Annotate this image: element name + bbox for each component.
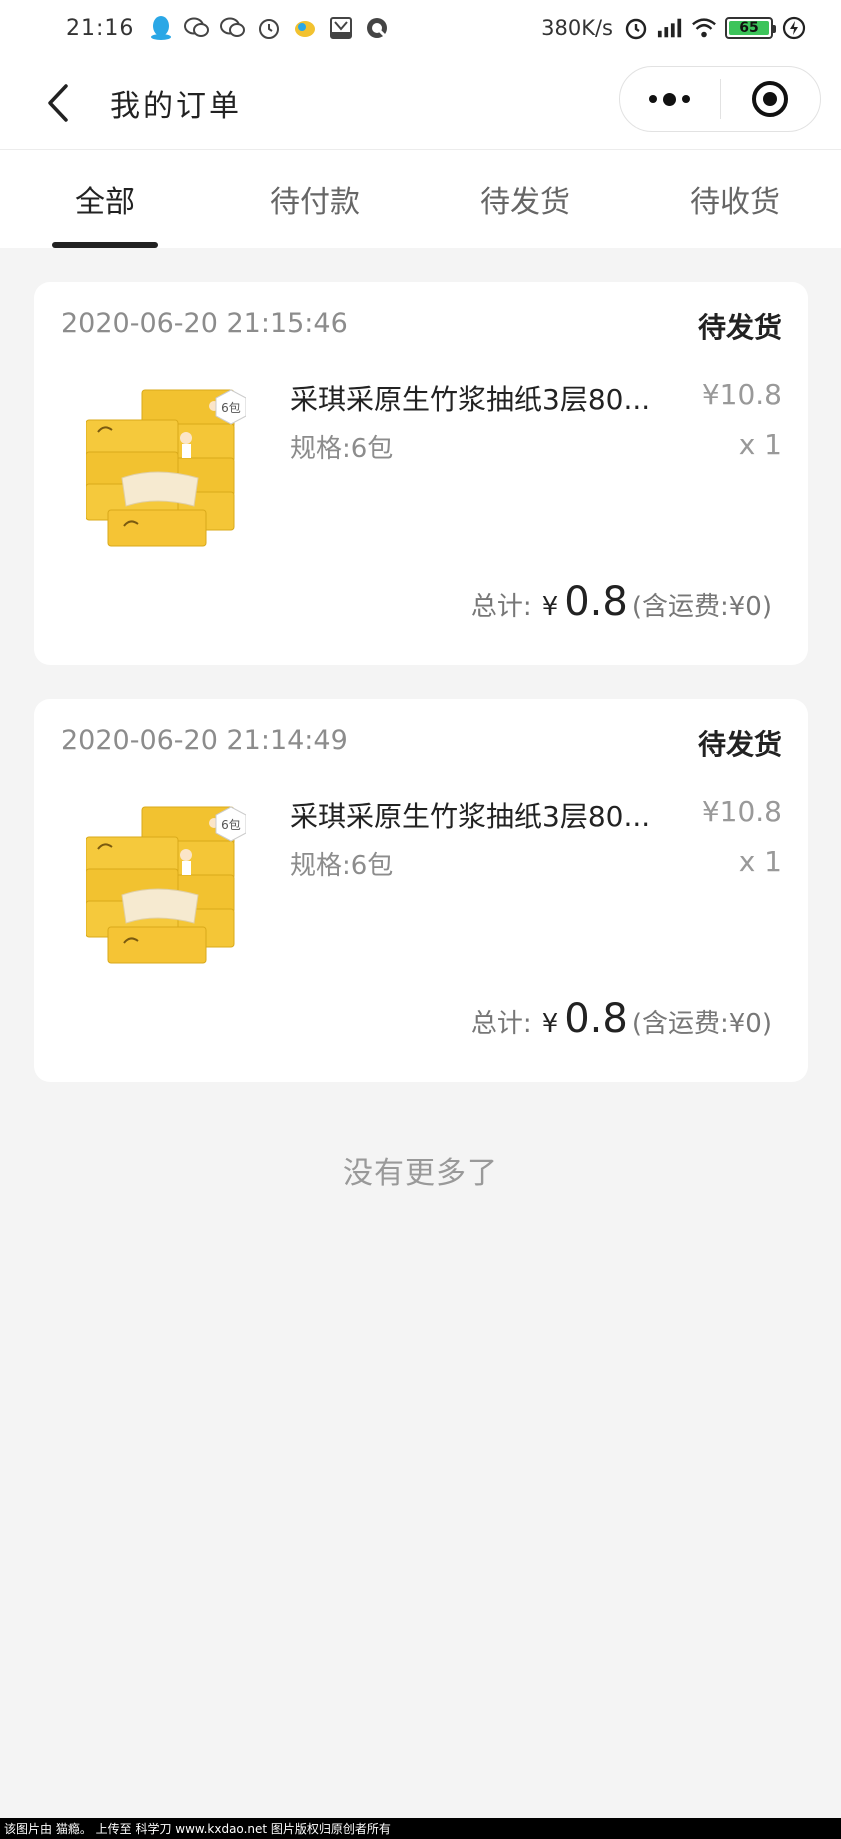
target-icon: [752, 81, 789, 117]
product-spec: 规格:6包: [290, 851, 394, 881]
product-spec: 规格:6包: [290, 434, 394, 464]
product-pack-badge: 6包: [221, 401, 241, 415]
product-quantity: x 1: [738, 428, 782, 461]
total-amount: 0.8: [564, 996, 628, 1042]
system-indicators: 380K/s 65: [541, 15, 807, 41]
no-more-message: 没有更多了: [343, 1156, 498, 1191]
order-time: 2020-06-20 21:14:49: [61, 725, 348, 756]
navigation-bar: 我的订单: [0, 56, 841, 150]
back-button[interactable]: [28, 73, 88, 133]
alarm-icon: [623, 15, 649, 41]
total-amount: 0.8: [564, 579, 628, 625]
tab-all[interactable]: 全部: [0, 150, 210, 248]
signal-icon: [657, 15, 683, 41]
battery-level: 65: [729, 20, 769, 36]
status-time: 21:16: [66, 15, 135, 41]
total-label: 总计:: [470, 592, 532, 622]
product-price: ¥10.8: [701, 378, 782, 411]
order-card[interactable]: 2020-06-20 21:15:46 待发货 6包 采琪采原生竹浆抽纸3层80…: [34, 282, 808, 665]
order-time: 2020-06-20 21:15:46: [61, 308, 348, 339]
alarm-icon: [256, 15, 282, 41]
product-pack-badge: 6包: [221, 818, 241, 832]
order-status-tabs: 全部 待付款 待发货 待收货: [0, 150, 841, 248]
more-options-button[interactable]: [620, 67, 720, 131]
browser-icon: [364, 15, 390, 41]
app-icon: [292, 15, 318, 41]
network-speed: 380K/s: [541, 16, 613, 40]
wechat-icon: [220, 15, 246, 41]
watermark-text: 该图片由 猫瘾。 上传至 科学刀 www.kxdao.net 图片版权归原创者所…: [4, 1822, 391, 1836]
product-name[interactable]: 采琪采原生竹浆抽纸3层80...: [290, 795, 670, 835]
notification-icons: [148, 15, 390, 41]
miniprogram-capsule: [619, 66, 821, 132]
product-name[interactable]: 采琪采原生竹浆抽纸3层80...: [290, 378, 670, 418]
tab-pending-shipment[interactable]: 待发货: [420, 150, 630, 248]
close-miniprogram-button[interactable]: [721, 67, 821, 131]
total-currency: ¥: [541, 592, 559, 622]
page-title: 我的订单: [110, 88, 242, 124]
shipping-note: (含运费:¥0): [631, 1009, 772, 1039]
gallery-icon: [328, 15, 354, 41]
order-total: 总计: ¥ 0.8 (含运费:¥0): [471, 996, 772, 1042]
order-card[interactable]: 2020-06-20 21:14:49 待发货 6包 采琪采原生竹浆抽纸3层80…: [34, 699, 808, 1082]
product-price: ¥10.8: [701, 795, 782, 828]
product-quantity: x 1: [738, 845, 782, 878]
shipping-note: (含运费:¥0): [631, 592, 772, 622]
order-status: 待发货: [697, 311, 782, 344]
wechat-icon: [184, 15, 210, 41]
battery-icon: 65: [725, 17, 776, 39]
tab-pending-receipt[interactable]: 待收货: [630, 150, 840, 248]
tab-pending-payment[interactable]: 待付款: [210, 150, 420, 248]
total-currency: ¥: [541, 1009, 559, 1039]
total-label: 总计:: [470, 1009, 532, 1039]
qq-icon: [148, 15, 174, 41]
charging-icon: [781, 15, 807, 41]
status-bar: 21:16 380K/s 65: [0, 0, 841, 56]
wifi-icon: [691, 15, 717, 41]
watermark-bar: 该图片由 猫瘾。 上传至 科学刀 www.kxdao.net 图片版权归原创者所…: [0, 1818, 841, 1839]
order-status: 待发货: [697, 728, 782, 761]
chevron-left-icon: [48, 83, 68, 122]
product-image[interactable]: 6包: [85, 797, 247, 967]
more-dots-icon: [649, 92, 691, 106]
order-total: 总计: ¥ 0.8 (含运费:¥0): [471, 579, 772, 625]
product-image[interactable]: 6包: [85, 380, 247, 550]
